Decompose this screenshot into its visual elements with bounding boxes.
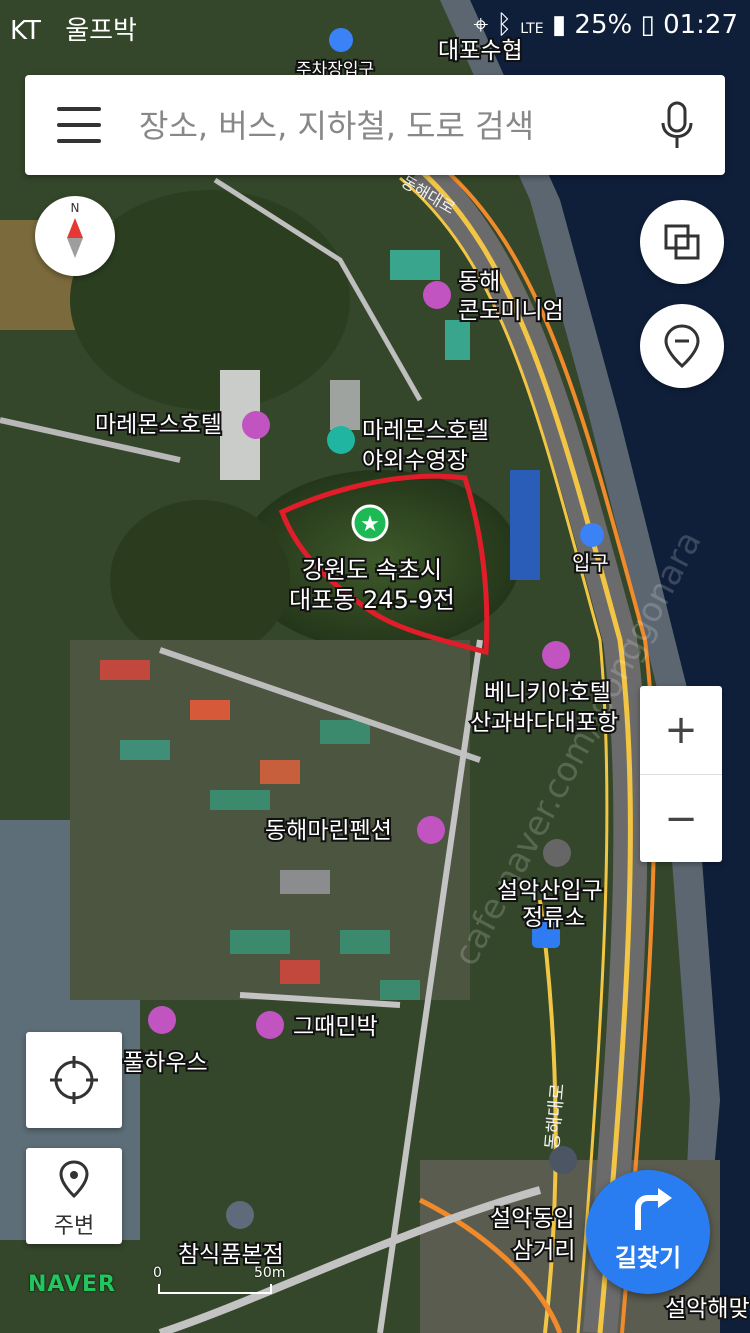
location-pin-button[interactable] [640,304,724,388]
directions-label: 길찾기 [614,1244,682,1272]
location-icon: ⌖ [473,10,489,40]
carrier-label: KT [10,16,41,46]
store-icon [226,1201,254,1229]
map-pin-icon [664,324,700,368]
hotel-icon [242,411,270,439]
poi-label: 풀하우스 [123,1050,208,1076]
hotel-icon [542,641,570,669]
forest [110,500,290,660]
compass-button[interactable]: N [35,196,115,276]
poi-label: 입구 [572,551,609,575]
poi-label: 정류소 [522,905,585,931]
poi-label: 삼거리 [512,1238,575,1264]
poi-label: 콘도미니엄 [458,298,564,324]
pool-icon [327,426,355,454]
search-input[interactable] [137,100,641,152]
poi-label: 산과바다대포항 [470,710,618,736]
lodging-icon [256,1011,284,1039]
crosshair-icon [50,1056,98,1104]
time-label: 01:27 [663,10,738,40]
svg-text:N: N [71,201,80,215]
poi-label: 그때민박 [293,1014,378,1040]
notification-label: 울프박 [65,16,137,46]
my-location-button[interactable] [26,1032,122,1128]
poi-label: 마레몬스호텔 [362,418,489,444]
scale-label-start: 0 [153,1265,162,1281]
naver-logo: NAVER [28,1272,116,1297]
turn-right-arrow-icon [635,1188,672,1230]
nearby-pin-icon [59,1160,89,1199]
nearby-label: 주변 [53,1214,95,1239]
layers-icon [664,224,700,260]
zoom-out-button[interactable]: − [640,775,722,863]
cctv-icon [549,1146,577,1174]
target-address-line2: 대포동 245-9전 [289,586,455,614]
poi-label: 설악해맞 [665,1296,750,1322]
target-star-marker[interactable]: ★ [351,504,389,542]
zoom-in-button[interactable]: + [640,686,722,775]
search-bar [25,75,725,175]
poi-label: 마레몬스호텔 [95,412,222,438]
poi-label: 베니키아호텔 [484,680,611,706]
scale-bar [158,1284,272,1294]
target-address-line1: 강원도 속초시 [302,556,442,584]
signal-icon: ▮ [551,10,567,40]
poi-label: 동해마린펜션 [265,818,392,844]
poi-label: 야외수영장 [362,448,468,474]
network-label: LTE [520,21,544,37]
zoom-controls: + − [640,686,722,862]
lodging-icon [148,1006,176,1034]
battery-label: 25% [574,10,633,40]
entrance-icon [580,523,604,547]
poi-label: 설악산입구 [497,878,603,904]
nearby-button[interactable]: 주변 [26,1148,122,1244]
scale-label-end: 50m [254,1265,286,1281]
poi-label: 동해 [458,269,500,295]
lodging-icon [417,816,445,844]
poi-label: 설악동입 [490,1206,575,1232]
svg-text:★: ★ [360,512,380,537]
bus-icon [543,839,571,867]
bluetooth-icon: ᛒ [496,10,513,40]
map-layers-button[interactable] [640,200,724,284]
menu-icon[interactable] [57,107,101,143]
microphone-icon[interactable] [659,101,695,151]
status-bar: KT 울프박 ⌖ ᛒ LTE ▮ 25% ▯ 01:27 [0,0,750,52]
battery-icon: ▯ [640,10,655,40]
lodging-icon [423,281,451,309]
compass-icon: N [67,201,83,258]
directions-button[interactable]: 길찾기 [586,1170,710,1294]
